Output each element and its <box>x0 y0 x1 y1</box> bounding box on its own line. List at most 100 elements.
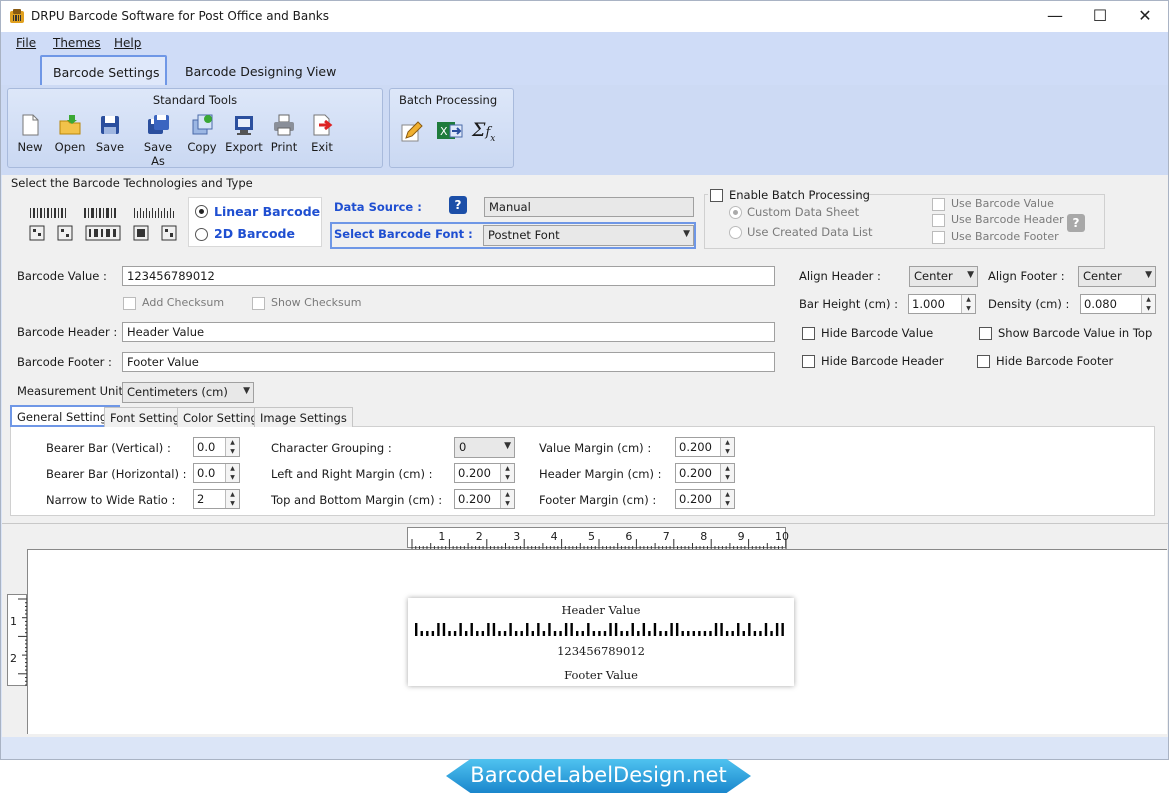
spinner-arrows-icon[interactable]: ▲ ▼ <box>500 464 514 482</box>
save-button[interactable]: Save <box>90 113 130 154</box>
postnet-bar <box>548 623 551 636</box>
postnet-bar <box>675 623 679 636</box>
measurement-unit-value: Centimeters (cm) <box>127 385 228 399</box>
header-margin-spinner[interactable]: 0.200 ▲ ▼ <box>675 463 735 483</box>
minimize-button[interactable]: — <box>1045 7 1065 25</box>
show-checksum-checkbox[interactable] <box>252 297 265 310</box>
spinner-arrows-icon[interactable]: ▲ ▼ <box>961 295 975 313</box>
spinner-arrows-icon[interactable]: ▲ ▼ <box>225 464 239 482</box>
measurement-unit-select[interactable]: Centimeters (cm) ▼ <box>122 382 254 403</box>
postnet-bar <box>714 623 718 636</box>
menu-file[interactable]: File <box>16 36 36 50</box>
spinner-arrows-icon[interactable]: ▲ ▼ <box>720 438 734 456</box>
copy-icon <box>192 114 213 135</box>
hide-barcode-footer-label[interactable]: Hide Barcode Footer <box>996 354 1113 368</box>
spinner-arrows-icon[interactable]: ▲ ▼ <box>225 490 239 508</box>
batch-help-icon[interactable]: ? <box>1067 214 1085 232</box>
postnet-bar <box>698 631 701 636</box>
postnet-bar <box>687 631 690 636</box>
align-footer-label: Align Footer : <box>988 269 1065 283</box>
align-header-select[interactable]: Center ▼ <box>909 266 978 287</box>
batch-edit-icon[interactable] <box>400 119 424 143</box>
enable-batch-label[interactable]: Enable Batch Processing <box>729 188 870 202</box>
open-folder-icon <box>59 115 81 135</box>
postnet-bar <box>703 631 707 636</box>
save-as-button[interactable]: Save As <box>136 113 180 168</box>
use-barcode-header-checkbox[interactable] <box>932 214 945 227</box>
tab-barcode-settings[interactable]: Barcode Settings <box>40 55 167 88</box>
tab-barcode-designing-view[interactable]: Barcode Designing View <box>185 64 336 79</box>
spinner-arrows-icon[interactable]: ▲ ▼ <box>225 438 239 456</box>
menu-help[interactable]: Help <box>114 36 141 50</box>
show-value-top-label[interactable]: Show Barcode Value in Top <box>998 326 1152 340</box>
barcode-preview[interactable]: Header Value 123456789012 Footer Value <box>408 598 794 686</box>
linear-barcode-label[interactable]: Linear Barcode <box>214 204 320 219</box>
new-button[interactable]: New <box>10 113 50 154</box>
standard-tools-group: Standard Tools New Open Save Save As Cop… <box>7 88 383 168</box>
spinner-arrows-icon[interactable]: ▲ ▼ <box>720 464 734 482</box>
postnet-bar <box>709 631 712 636</box>
postnet-bar <box>481 631 485 636</box>
align-footer-select[interactable]: Center ▼ <box>1078 266 1156 287</box>
enable-batch-checkbox[interactable] <box>710 189 723 202</box>
hide-barcode-value-label[interactable]: Hide Barcode Value <box>821 326 933 340</box>
postnet-bar <box>420 631 423 636</box>
narrow-wide-ratio-spinner[interactable]: 2 ▲ ▼ <box>193 489 240 509</box>
spinner-arrows-icon[interactable]: ▲ ▼ <box>500 490 514 508</box>
hide-barcode-header-checkbox[interactable] <box>802 355 815 368</box>
open-label: Open <box>54 140 86 154</box>
add-checksum-checkbox[interactable] <box>123 297 136 310</box>
export-button[interactable]: Export <box>224 113 264 154</box>
spinner-arrows-icon[interactable]: ▲ ▼ <box>720 490 734 508</box>
show-value-top-checkbox[interactable] <box>979 327 992 340</box>
batch-excel-icon[interactable]: X <box>436 119 464 143</box>
postnet-bar <box>609 623 612 636</box>
svg-text:X: X <box>440 125 448 138</box>
hide-barcode-value-checkbox[interactable] <box>802 327 815 340</box>
subtab-image-settings[interactable]: Image Settings <box>254 407 353 427</box>
exit-button[interactable]: Exit <box>302 113 342 154</box>
data-source-field[interactable]: Manual <box>484 197 694 217</box>
value-margin-spinner[interactable]: 0.200 ▲ ▼ <box>675 437 735 457</box>
data-source-help-icon[interactable]: ? <box>449 196 467 214</box>
barcode-header-input[interactable]: Header Value <box>122 322 775 342</box>
use-barcode-footer-checkbox[interactable] <box>932 231 945 244</box>
use-barcode-value-checkbox[interactable] <box>932 198 945 211</box>
close-button[interactable]: ✕ <box>1135 7 1155 25</box>
created-data-list-radio[interactable] <box>729 226 742 239</box>
footer-margin-spinner[interactable]: 0.200 ▲ ▼ <box>675 489 735 509</box>
barcode-footer-input[interactable]: Footer Value <box>122 352 775 372</box>
align-footer-value: Center <box>1083 269 1122 283</box>
open-button[interactable]: Open <box>50 113 90 154</box>
batch-formula-icon[interactable]: Σfx <box>472 119 495 144</box>
bar-height-spinner[interactable]: 1.000 ▲ ▼ <box>908 294 976 314</box>
copy-button[interactable]: Copy <box>182 113 222 154</box>
postnet-bar <box>648 631 651 636</box>
barcode-font-select[interactable]: Postnet Font ▼ <box>483 225 694 246</box>
custom-data-sheet-radio[interactable] <box>729 206 742 219</box>
2d-barcode-label[interactable]: 2D Barcode <box>214 226 295 241</box>
hide-barcode-footer-checkbox[interactable] <box>977 355 990 368</box>
barcode-value-label: Barcode Value : <box>17 269 107 283</box>
menu-themes[interactable]: Themes <box>53 36 101 50</box>
2d-barcode-radio[interactable] <box>195 228 208 241</box>
density-spinner[interactable]: 0.080 ▲ ▼ <box>1080 294 1156 314</box>
hide-barcode-header-label[interactable]: Hide Barcode Header <box>821 354 944 368</box>
print-button[interactable]: Print <box>264 113 304 154</box>
linear-barcode-radio[interactable] <box>195 205 208 218</box>
preview-header: Header Value <box>561 603 641 617</box>
tb-margin-spinner[interactable]: 0.200 ▲ ▼ <box>454 489 515 509</box>
maximize-button[interactable]: ☐ <box>1090 7 1110 25</box>
character-grouping-select[interactable]: 0 ▼ <box>454 437 515 458</box>
bar-height-value: 1.000 <box>912 297 945 311</box>
barcode-value-input[interactable]: 123456789012 <box>122 266 775 286</box>
bearer-horizontal-spinner[interactable]: 0.0 ▲ ▼ <box>193 463 240 483</box>
header-margin-value: 0.200 <box>679 466 712 480</box>
spinner-arrows-icon[interactable]: ▲ ▼ <box>1141 295 1155 313</box>
bearer-vertical-spinner[interactable]: 0.0 ▲ ▼ <box>193 437 240 457</box>
tab-barcode-settings-label: Barcode Settings <box>53 65 160 80</box>
lr-margin-spinner[interactable]: 0.200 ▲ ▼ <box>454 463 515 483</box>
postnet-bar <box>426 631 429 636</box>
export-icon <box>235 116 253 135</box>
lr-margin-value: 0.200 <box>458 466 491 480</box>
